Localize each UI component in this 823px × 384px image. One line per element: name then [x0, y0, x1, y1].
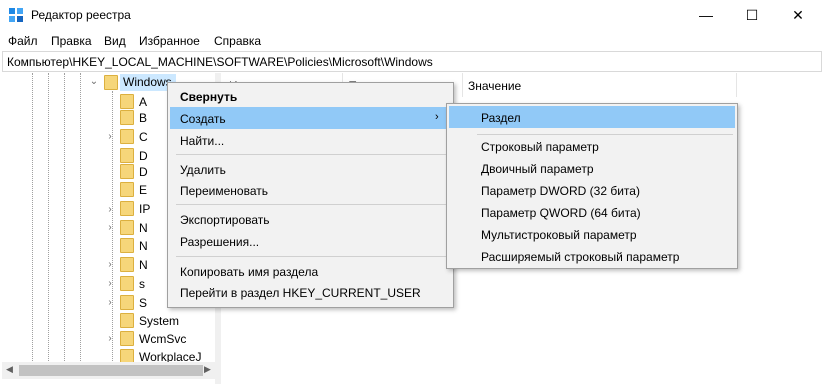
address-path: Компьютер\HKEY_LOCAL_MACHINE\SOFTWARE\Po… — [7, 55, 433, 69]
tree-item-system[interactable]: System — [139, 314, 179, 328]
menu-separator — [176, 154, 447, 155]
menu-help[interactable]: Справка — [214, 34, 261, 48]
tree-item[interactable]: A — [139, 95, 147, 109]
submenu-item-dword[interactable]: Параметр DWORD (32 бита) — [481, 184, 640, 198]
tree-guide-line — [80, 73, 81, 363]
tree-horizontal-scrollbar[interactable]: ◀ ▶ — [2, 362, 215, 379]
folder-icon — [120, 148, 134, 163]
title-bar: Редактор реестра — ☐ ✕ — [0, 0, 823, 30]
tree-guide-line — [32, 73, 33, 363]
folder-icon — [120, 331, 134, 346]
menu-item-create[interactable]: Создать — [180, 112, 226, 126]
folder-icon — [120, 201, 134, 216]
collapse-chevron-icon[interactable]: ⌄ — [89, 76, 99, 87]
scrollbar-thumb[interactable] — [19, 365, 203, 376]
tree-item[interactable]: IP — [139, 202, 150, 216]
scroll-right-arrow-icon[interactable]: ▶ — [204, 364, 211, 375]
menu-item-find[interactable]: Найти... — [180, 134, 224, 148]
submenu-item-qword[interactable]: Параметр QWORD (64 бита) — [481, 206, 641, 220]
address-bar[interactable]: Компьютер\HKEY_LOCAL_MACHINE\SOFTWARE\Po… — [2, 51, 822, 72]
tree-item-windows[interactable]: Windows — [123, 75, 172, 89]
folder-icon — [120, 182, 134, 197]
folder-icon — [120, 129, 134, 144]
tree-item[interactable]: s — [139, 277, 145, 291]
expand-chevron-icon[interactable]: › — [105, 297, 115, 308]
submenu-item-string[interactable]: Строковый параметр — [481, 140, 599, 154]
menu-separator — [176, 256, 447, 257]
menu-bar: Файл Правка Вид Избранное Справка — [0, 30, 823, 51]
folder-icon — [120, 110, 134, 125]
tree-item[interactable]: D — [139, 149, 148, 163]
expand-chevron-icon[interactable]: › — [105, 333, 115, 344]
folder-icon — [120, 295, 134, 310]
tree-item[interactable]: D — [139, 165, 148, 179]
minimize-icon: — — [699, 7, 713, 23]
column-separator[interactable] — [462, 73, 463, 97]
column-separator[interactable] — [736, 73, 737, 97]
tree-item[interactable]: N — [139, 258, 148, 272]
folder-icon — [120, 94, 134, 109]
expand-chevron-icon[interactable]: › — [105, 278, 115, 289]
tree-item[interactable]: E — [139, 183, 147, 197]
menu-separator — [477, 134, 733, 135]
menu-edit[interactable]: Правка — [51, 34, 92, 48]
submenu-item-key[interactable]: Раздел — [481, 111, 521, 125]
folder-icon — [120, 257, 134, 272]
submenu-item-binary[interactable]: Двоичный параметр — [481, 162, 594, 176]
registry-app-icon — [9, 8, 23, 22]
scroll-left-arrow-icon[interactable]: ◀ — [6, 364, 13, 375]
tree-item-wcmsvc[interactable]: WcmSvc — [139, 332, 186, 346]
create-submenu: Раздел Строковый параметр Двоичный парам… — [446, 103, 738, 269]
tree-item[interactable]: S — [139, 296, 147, 310]
tree-guide-line — [48, 73, 49, 363]
menu-item-collapse[interactable]: Свернуть — [180, 90, 237, 104]
maximize-button[interactable]: ☐ — [729, 0, 775, 30]
minimize-button[interactable]: — — [683, 0, 729, 30]
tree-guide-line — [64, 73, 65, 363]
folder-icon — [120, 313, 134, 328]
expand-chevron-icon[interactable]: › — [105, 131, 115, 142]
menu-view[interactable]: Вид — [104, 34, 126, 48]
expand-chevron-icon[interactable]: › — [105, 259, 115, 270]
tree-item[interactable]: B — [139, 111, 147, 125]
context-menu: Свернуть Создать › Найти... Удалить Пере… — [167, 82, 454, 308]
close-icon: ✕ — [792, 6, 804, 23]
folder-icon — [120, 276, 134, 291]
tree-item[interactable]: C — [139, 130, 148, 144]
menu-item-export[interactable]: Экспортировать — [180, 213, 270, 227]
folder-icon — [104, 75, 118, 90]
menu-file[interactable]: Файл — [8, 34, 38, 48]
folder-icon — [120, 220, 134, 235]
window-title: Редактор реестра — [31, 8, 131, 22]
menu-item-copy-key-name[interactable]: Копировать имя раздела — [180, 265, 318, 279]
menu-item-goto-hkcu[interactable]: Перейти в раздел HKEY_CURRENT_USER — [180, 286, 421, 300]
column-header-value[interactable]: Значение — [468, 79, 521, 93]
expand-chevron-icon[interactable]: › — [105, 222, 115, 233]
menu-item-delete[interactable]: Удалить — [180, 163, 226, 177]
menu-item-rename[interactable]: Переименовать — [180, 184, 268, 198]
close-button[interactable]: ✕ — [775, 0, 821, 30]
maximize-icon: ☐ — [745, 6, 759, 23]
expand-chevron-icon[interactable]: › — [105, 204, 115, 215]
submenu-item-multistring[interactable]: Мультистроковый параметр — [481, 228, 637, 242]
submenu-arrow-icon: › — [435, 111, 439, 123]
menu-separator — [176, 204, 447, 205]
tree-item[interactable]: N — [139, 239, 148, 253]
tree-item[interactable]: N — [139, 221, 148, 235]
menu-favorites[interactable]: Избранное — [139, 34, 200, 48]
submenu-item-expandstring[interactable]: Расширяемый строковый параметр — [481, 250, 679, 264]
folder-icon — [120, 164, 134, 179]
folder-icon — [120, 238, 134, 253]
menu-item-permissions[interactable]: Разрешения... — [180, 235, 259, 249]
